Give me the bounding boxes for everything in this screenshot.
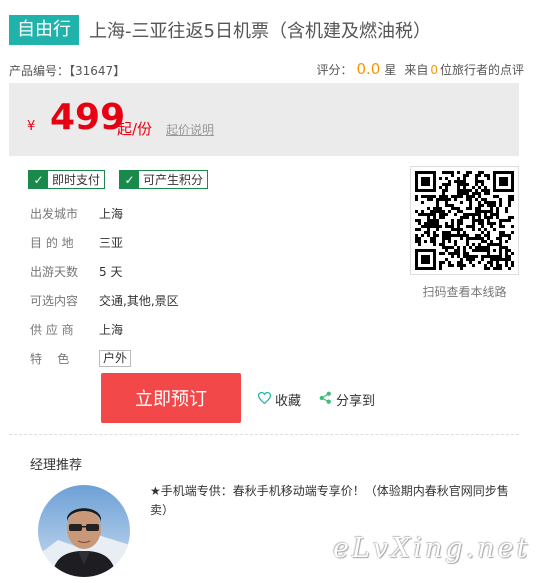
badge-label: 可产生积分: [143, 173, 204, 187]
page-title: 上海-三亚往返5日机票（含机建及燃油税）: [89, 21, 431, 42]
info-row-supplier: 供 应 商 上海: [30, 315, 179, 344]
qr-code: [410, 166, 519, 275]
badges: ✓ 即时支付 ✓ 可产生积分: [28, 170, 209, 189]
review-suffix: 位旅行者的点评: [439, 63, 524, 77]
manager-section-title: 经理推荐: [30, 458, 83, 473]
product-info: 出发城市 上海 目 的 地 三亚 出游天数 5 天 可选内容 交通,其他,景区 …: [30, 199, 179, 373]
manager-recommendation: ★手机端专供：春秋手机移动端专享价！（体验期内春秋官网同步售卖）: [150, 484, 509, 517]
info-key: 出游天数: [30, 265, 79, 279]
divider: [9, 434, 519, 435]
heart-icon: [257, 391, 272, 408]
info-key: 出发城市: [30, 207, 79, 221]
title-row: 自由行 上海-三亚往返5日机票（含机建及燃油税）: [9, 14, 431, 46]
traveler-count[interactable]: 0: [430, 63, 438, 77]
qr-code-icon: [415, 171, 514, 270]
info-row-destination: 目 的 地 三亚: [30, 228, 179, 257]
info-row-feature: 特 色 户外: [30, 344, 179, 373]
badge-label: 即时支付: [52, 173, 101, 187]
share-icon: [319, 391, 332, 408]
meta-row: 产品编号：【31647】 评分： 0.0 星 来自 0 位旅行者的点评: [9, 60, 524, 78]
badge-points: ✓ 可产生积分: [119, 170, 209, 189]
info-row-options: 可选内容 交通,其他,景区: [30, 286, 179, 315]
info-value: 上海: [99, 207, 124, 221]
check-icon: ✓: [120, 171, 140, 188]
score-label: 评分：: [316, 63, 353, 77]
info-key: 可选内容: [30, 294, 79, 308]
info-value: 交通,其他,景区: [99, 294, 179, 308]
info-row-days: 出游天数 5 天: [30, 257, 179, 286]
favorite-label: 收藏: [275, 394, 302, 409]
product-code-value: 【31647】: [69, 64, 126, 78]
share-label: 分享到: [336, 394, 376, 409]
info-value: 三亚: [99, 236, 124, 250]
price-box: ¥ 499 起/份 起价说明: [9, 83, 519, 156]
from-label: 来自: [404, 63, 429, 77]
score-value: 0.0: [356, 60, 381, 78]
share-button[interactable]: 分享到: [319, 390, 375, 409]
price-currency: ¥: [27, 119, 36, 134]
rating-summary: 评分： 0.0 星 来自 0 位旅行者的点评: [316, 60, 524, 78]
price-unit: 起/份: [117, 120, 153, 138]
product-code-label: 产品编号：: [9, 64, 70, 78]
badge-instant-pay: ✓ 即时支付: [28, 170, 106, 189]
book-now-button[interactable]: 立即预订: [101, 373, 241, 423]
price-value: 499: [50, 97, 126, 138]
feature-tag[interactable]: 户外: [99, 350, 132, 367]
product-type-tag: 自由行: [9, 15, 79, 45]
qr-caption: 扫码查看本线路: [422, 285, 507, 299]
watermark-logo: eLvXing.net: [333, 533, 531, 564]
info-key: 供 应 商: [30, 323, 74, 337]
info-row-departure: 出发城市 上海: [30, 199, 179, 228]
info-value: 上海: [99, 323, 124, 337]
score-unit: 星: [384, 63, 397, 77]
check-icon: ✓: [29, 171, 48, 188]
favorite-button[interactable]: 收藏: [257, 390, 302, 409]
product-code: 产品编号：【31647】: [9, 62, 125, 79]
avatar: [38, 485, 130, 577]
info-key: 目 的 地: [30, 236, 74, 250]
info-value: 5 天: [99, 265, 123, 279]
price-explain-link[interactable]: 起价说明: [166, 121, 214, 138]
info-key: 特 色: [30, 352, 70, 366]
